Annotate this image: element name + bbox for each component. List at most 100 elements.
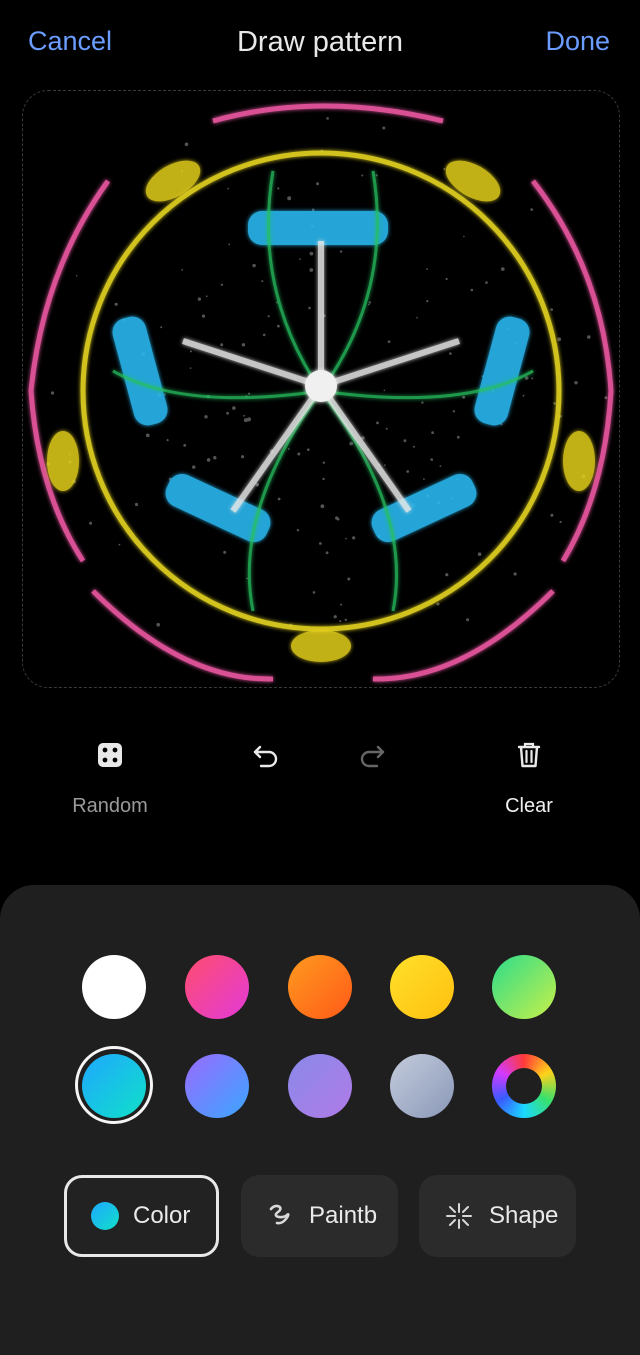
star-dot [513,572,517,576]
star-dot [267,315,270,318]
star-dot [220,283,224,286]
star-dot [248,392,251,395]
star-dot [156,622,160,627]
star-dot [352,536,356,540]
star-dot [322,461,325,464]
swatch-green[interactable] [492,955,556,1019]
star-dot [232,406,236,410]
swatch-blue-violet[interactable] [185,1054,249,1118]
star-dot [326,117,329,120]
swatch-gray-blue[interactable] [390,1054,454,1118]
star-dot [485,281,488,284]
star-dot [247,417,251,422]
star-dot [553,402,556,405]
redo-button[interactable] [342,735,402,775]
swatch-lavender[interactable] [288,1054,352,1118]
star-dot [287,448,290,450]
star-dot [309,268,314,272]
star-dot [277,187,280,190]
random-button[interactable] [80,735,140,775]
star-dot [333,615,337,619]
star-dot [382,126,386,130]
star-dot [255,483,259,487]
star-dot [189,367,192,369]
shape-mode-label: Shape [489,1202,559,1229]
star-dot [309,251,314,256]
star-dot [452,410,456,413]
swatch-orange[interactable] [288,955,352,1019]
star-dot [463,235,465,238]
done-button[interactable]: Done [545,26,610,57]
star-dot [416,316,418,319]
star-dot [75,275,78,277]
paintbrush-mode-label: Paintb [309,1202,378,1229]
swatch-pink-red[interactable] [185,955,249,1019]
star-dot [89,521,93,525]
star-dot [406,470,410,473]
page-title: Draw pattern [236,26,403,58]
star-dot [296,529,300,532]
star-dot [322,477,325,481]
trash-icon [517,742,541,768]
star-dot [368,303,370,306]
star-dot [205,295,208,298]
star-dot [403,439,407,443]
star-dot [192,465,196,469]
star-dot [204,415,208,419]
star-dot [426,300,429,303]
swatch-yellow[interactable] [390,955,454,1019]
star-dot [181,268,184,271]
pattern-canvas[interactable] [22,90,620,688]
star-dot [252,263,256,268]
shape-mode-button[interactable]: Shape [419,1175,576,1257]
star-dot [160,326,163,329]
star-dot [261,280,264,283]
star-dot [361,174,364,177]
star-dot [316,182,320,186]
star-dot [134,502,139,507]
star-dot [522,394,525,397]
star-dot [340,603,343,606]
star-dot [501,267,505,271]
swatch-cyan[interactable] [82,1054,146,1118]
star-dot [466,618,470,622]
star-dot [183,444,187,447]
star-dot [287,196,292,201]
star-dot [220,343,224,347]
star-dot [375,174,378,177]
star-dot [262,333,266,337]
star-dot [223,550,227,554]
star-dot [604,396,608,400]
clear-button[interactable] [499,735,559,775]
paintbrush-mode-button[interactable]: Paintb [241,1175,398,1257]
swatch-white[interactable] [82,955,146,1019]
star-dot [557,337,562,342]
star-dot [349,441,354,446]
star-dot [246,577,248,580]
star-dot [376,421,379,425]
star-dot [277,497,281,501]
random-label: Random [72,795,148,817]
star-dot [184,142,189,147]
star-dot [241,455,245,459]
star-dot [118,543,121,546]
undo-button[interactable] [236,735,296,775]
star-dot [431,431,434,434]
star-dot [197,297,202,301]
star-dot [299,258,301,260]
star-dot [201,314,206,318]
star-dot [470,288,474,292]
star-dot [345,537,347,540]
star-dot [387,340,391,343]
color-mode-button[interactable]: Color [64,1175,219,1257]
star-dot [445,573,449,577]
swatch-custom-wheel[interactable] [492,1054,556,1118]
star-dot [297,452,301,456]
star-dot [336,517,340,521]
star-dot [436,602,440,606]
star-dot [114,302,118,306]
star-dot [384,464,386,466]
kaleidoscope-pattern [28,103,614,682]
star-dot [189,350,192,353]
color-wheel-hole [506,1068,542,1104]
